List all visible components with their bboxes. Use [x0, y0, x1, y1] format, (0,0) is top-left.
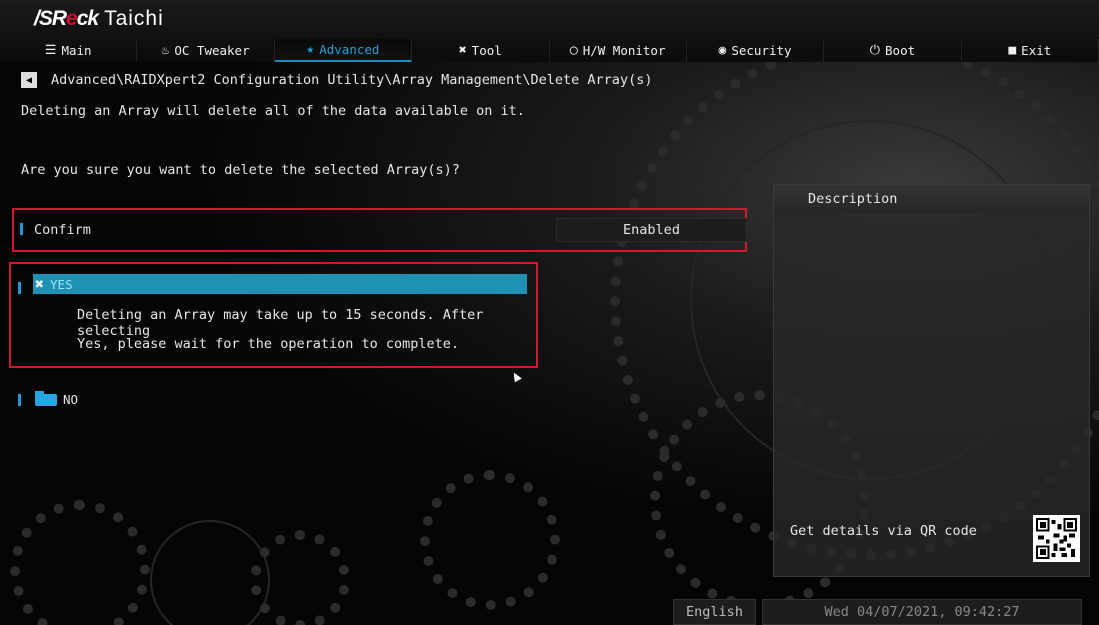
- description-panel: Description Get details via QR code: [773, 184, 1090, 577]
- monitor-icon: ◯: [569, 43, 578, 58]
- qr-label: Get details via QR code: [790, 523, 977, 539]
- exit-icon: ■: [1008, 43, 1017, 58]
- folder-icon: [35, 390, 57, 406]
- back-button[interactable]: ◀: [21, 72, 37, 88]
- tab-main[interactable]: ☰ Main: [0, 39, 138, 62]
- yes-option-header[interactable]: ✖ YES: [33, 274, 527, 294]
- no-option[interactable]: NO: [18, 390, 79, 407]
- breadcrumb-path: Advanced\RAIDXpert2 Configuration Utilit…: [51, 72, 653, 88]
- description-title: Description: [774, 185, 1089, 213]
- gear-decoration: [250, 530, 350, 625]
- tab-advanced[interactable]: ★ Advanced: [274, 39, 413, 62]
- datetime-display: Wed 04/07/2021, 09:42:27: [762, 599, 1082, 625]
- tab-boot[interactable]: ⏻ Boot: [824, 39, 962, 62]
- tab-security[interactable]: ◉ Security: [687, 39, 825, 62]
- shield-icon: ◉: [718, 43, 727, 58]
- confirm-row[interactable]: Confirm Enabled: [12, 208, 747, 252]
- list-icon: ☰: [44, 43, 57, 58]
- item-marker: [20, 223, 23, 235]
- item-marker: [18, 393, 21, 406]
- question-text: Are you sure you want to delete the sele…: [21, 162, 460, 178]
- confirm-value-select[interactable]: Enabled: [556, 218, 747, 242]
- breadcrumb: ◀ Advanced\RAIDXpert2 Configuration Util…: [21, 72, 652, 88]
- qr-code-icon[interactable]: [1033, 515, 1080, 562]
- tab-bar: ☰ Main ♨ OC Tweaker ★ Advanced ✖ Tool ◯ H/W M…: [0, 39, 1099, 62]
- tab-exit[interactable]: ■ Exit: [962, 39, 1099, 62]
- yes-option[interactable]: ✖ YES Deleting an Array may take up to 1…: [9, 262, 538, 368]
- no-label: NO: [63, 392, 79, 407]
- flame-icon: ♨: [161, 43, 170, 58]
- yes-label: YES: [50, 276, 73, 292]
- power-icon: ⏻: [869, 43, 881, 58]
- gear-decoration: [10, 500, 150, 625]
- item-marker: [18, 282, 21, 294]
- tab-tool[interactable]: ✖ Tool: [412, 39, 550, 62]
- warning-text: Deleting an Array will delete all of the…: [21, 103, 525, 119]
- confirm-label: Confirm: [34, 222, 91, 238]
- tab-oc-tweaker[interactable]: ♨ OC Tweaker: [137, 39, 275, 62]
- gear-decoration: [420, 470, 560, 610]
- yes-help-line-2: Yes, please wait for the operation to co…: [77, 336, 460, 352]
- star-icon: ★: [306, 42, 315, 57]
- brand-logo: /SReck Taichi: [34, 7, 164, 30]
- chevron-left-icon: ◀: [25, 74, 33, 86]
- tools-icon: ✖: [35, 275, 45, 293]
- tab-hw-monitor[interactable]: ◯ H/W Monitor: [550, 39, 687, 62]
- wrench-icon: ✖: [458, 43, 467, 58]
- top-bar: /SReck Taichi ☰ Main ♨ OC Tweaker ★ Advance…: [0, 0, 1099, 62]
- language-selector[interactable]: English: [673, 599, 756, 625]
- yes-help-line-1: Deleting an Array may take up to 15 seco…: [77, 307, 484, 339]
